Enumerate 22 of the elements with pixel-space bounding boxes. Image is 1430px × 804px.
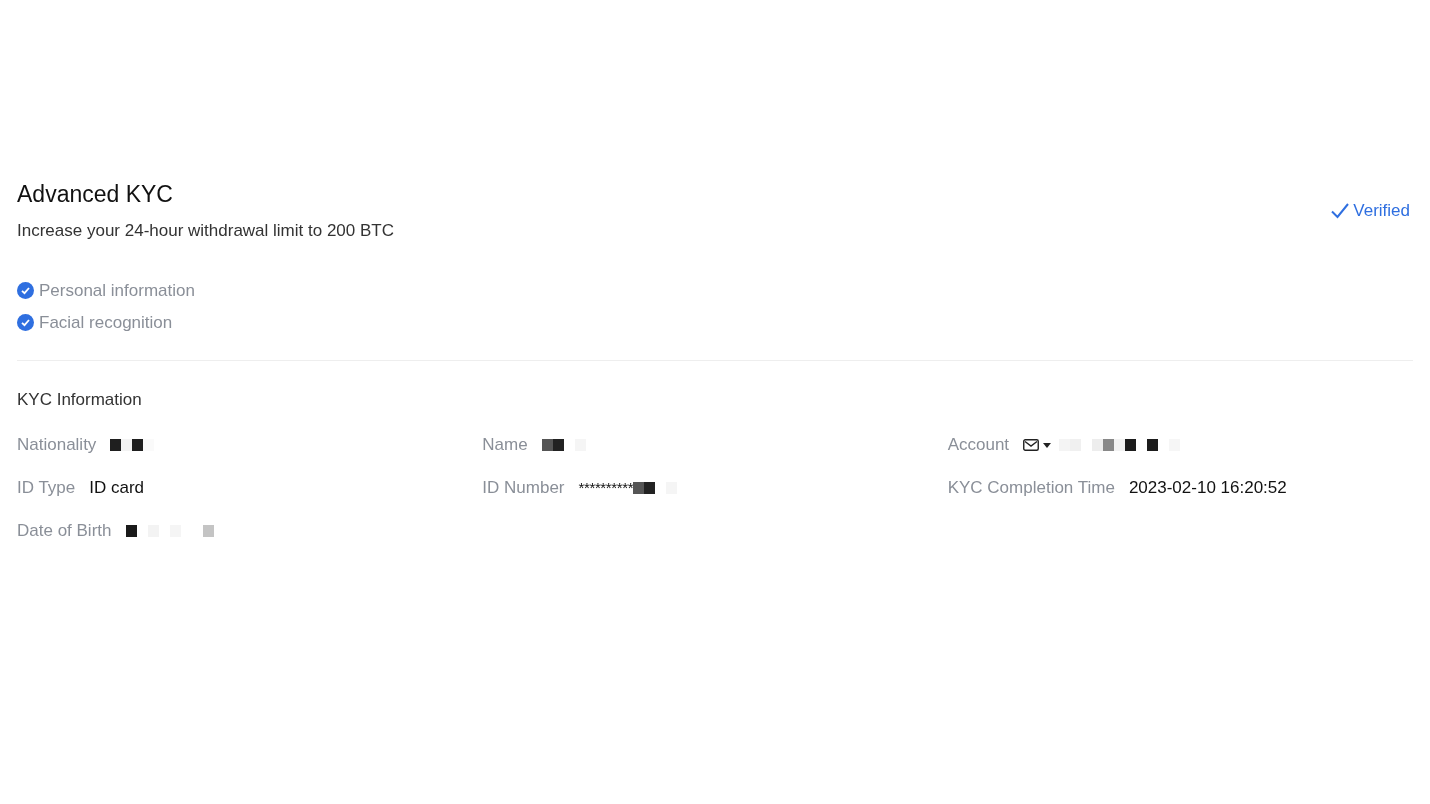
status-label: Verified [1331,198,1410,224]
email-dropdown[interactable] [1023,439,1052,451]
field-label: Nationality [17,434,97,457]
field-label: ID Number [482,477,565,500]
redacted-value-drawing [633,482,678,494]
requirement-label: Personal information [39,279,195,302]
mail-icon [1023,439,1040,451]
field-value: ********** [578,477,634,498]
section-title: Advanced KYC [17,180,174,209]
caret-icon [1043,442,1052,448]
field-label: KYC Completion Time [947,477,1115,500]
info-title: KYC Information [17,388,143,411]
field-value: 2023-02-10 16:20:52 [1128,477,1287,500]
field-label: Account [947,434,1010,457]
section-subtitle: Increase your 24-hour withdrawal limit to 200 BTC [17,220,394,242]
field-value: ID card [89,477,145,500]
field-label: ID Type [17,477,76,500]
field-label: Name [482,434,528,457]
requirement-label: Facial recognition [39,312,173,334]
checkmark-icon [1331,202,1350,219]
field-label: Date of Birth [17,520,112,543]
redacted-value-drawing [541,439,586,451]
